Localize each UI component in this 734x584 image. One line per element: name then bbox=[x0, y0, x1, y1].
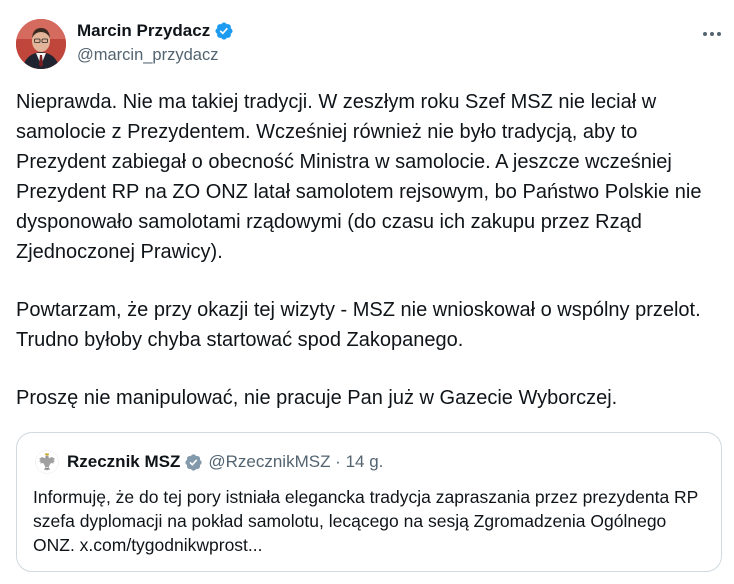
author-handle[interactable]: @marcin_przydacz bbox=[77, 46, 218, 65]
more-dot bbox=[710, 32, 714, 36]
quote-avatar[interactable] bbox=[35, 450, 59, 474]
author-display-name[interactable]: Marcin Przydacz bbox=[77, 21, 210, 41]
quote-handle-time[interactable]: @RzecznikMSZ · 14 g. bbox=[208, 452, 383, 472]
polish-eagle-icon bbox=[35, 450, 59, 474]
quote-text: Informuję, że do tej pory istniała elega… bbox=[33, 487, 699, 555]
gray-verified-badge-icon[interactable] bbox=[184, 453, 203, 472]
author-avatar[interactable] bbox=[16, 19, 66, 69]
tweet-paragraph: Proszę nie manipulować, nie pracuje Pan … bbox=[16, 387, 618, 409]
quoted-tweet[interactable]: Rzecznik MSZ @RzecznikMSZ · 14 g. Inform… bbox=[16, 432, 722, 572]
tweet-paragraph: Powtarzam, że przy okazji tej wizyty - M… bbox=[16, 299, 701, 351]
more-horizontal-icon bbox=[703, 32, 707, 36]
author-name-row: Marcin Przydacz bbox=[77, 21, 234, 41]
tweet: Marcin Przydacz @marcin_przydacz Niepraw… bbox=[0, 0, 734, 584]
tweet-paragraph: Nieprawda. Nie ma takiej tradycji. W zes… bbox=[16, 91, 702, 263]
quoted-tweet-header: Rzecznik MSZ @RzecznikMSZ · 14 g. bbox=[35, 450, 383, 474]
author-avatar-image bbox=[16, 19, 66, 69]
more-options-button[interactable] bbox=[698, 26, 726, 42]
quote-display-name[interactable]: Rzecznik MSZ bbox=[67, 452, 180, 472]
more-dot bbox=[717, 32, 721, 36]
verified-badge-icon[interactable] bbox=[214, 21, 234, 41]
tweet-text: Nieprawda. Nie ma takiej tradycji. W zes… bbox=[16, 87, 721, 413]
